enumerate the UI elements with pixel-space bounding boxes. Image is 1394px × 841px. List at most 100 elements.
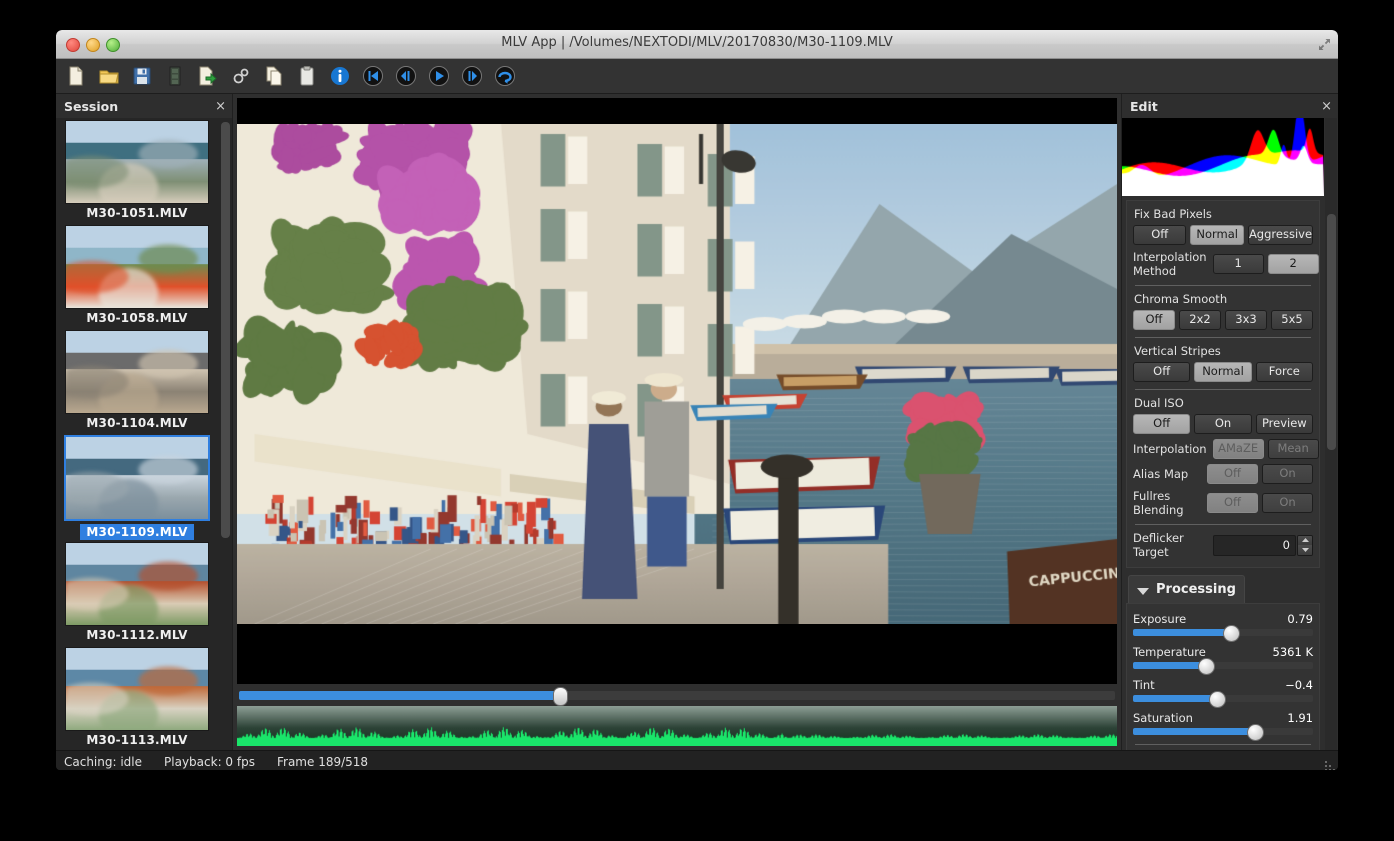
processing-section-header[interactable]: Processing xyxy=(1128,575,1245,603)
slider-saturation: Saturation 1.91 xyxy=(1133,711,1313,735)
chroma-smooth-3x3[interactable]: 3x3 xyxy=(1225,310,1267,330)
divider xyxy=(1135,744,1311,745)
session-clip-item[interactable]: M30-1104.MLV xyxy=(56,330,218,433)
clip-thumbnail[interactable] xyxy=(65,330,209,414)
playback-seek-slider[interactable] xyxy=(239,691,1115,700)
fix-bad-pixels-normal[interactable]: Normal xyxy=(1190,225,1243,245)
open-session-button[interactable] xyxy=(97,64,121,88)
chroma-smooth-5x5[interactable]: 5x5 xyxy=(1271,310,1313,330)
clip-label[interactable]: M30-1051.MLV xyxy=(56,204,218,223)
session-clip-item[interactable]: M30-1051.MLV xyxy=(56,120,218,223)
vertical-stripes-label: Vertical Stripes xyxy=(1134,344,1313,358)
fix-bad-pixels-segmented[interactable]: Off Normal Aggressive xyxy=(1133,225,1313,245)
stepper-up-icon[interactable] xyxy=(1298,536,1312,546)
clip-thumbnail[interactable] xyxy=(65,120,209,204)
vertical-stripes-segmented[interactable]: Off Normal Force xyxy=(1133,362,1313,382)
loop-icon xyxy=(496,67,515,86)
next-frame-button[interactable] xyxy=(460,64,484,88)
title-bar: MLV App | /Volumes/NEXTODI/MLV/20170830/… xyxy=(56,30,1338,59)
export-clip-button[interactable] xyxy=(196,64,220,88)
session-clip-item[interactable]: M30-1109.MLV xyxy=(56,435,218,540)
previous-frame-button[interactable] xyxy=(394,64,418,88)
grip-dot xyxy=(1329,765,1331,767)
close-icon[interactable]: × xyxy=(1321,100,1332,113)
deflicker-target-input[interactable]: 0 xyxy=(1213,535,1296,556)
dual-iso-preview[interactable]: Preview xyxy=(1256,414,1313,434)
resize-grip[interactable] xyxy=(1321,757,1335,770)
slider-handle[interactable] xyxy=(1209,691,1226,708)
session-clip-item[interactable]: M30-1113.MLV xyxy=(56,647,218,750)
chevron-down-icon[interactable] xyxy=(1137,580,1149,599)
seek-handle[interactable] xyxy=(553,687,568,706)
slider-fill xyxy=(1133,662,1205,669)
session-settings-button[interactable] xyxy=(229,64,253,88)
play-pause-button[interactable] xyxy=(427,64,451,88)
clip-label[interactable]: M30-1113.MLV xyxy=(56,731,218,750)
deflicker-target-stepper[interactable] xyxy=(1297,535,1313,556)
stepper-down-icon[interactable] xyxy=(1298,545,1312,555)
slider-handle[interactable] xyxy=(1198,658,1215,675)
dual-iso-off[interactable]: Off xyxy=(1133,414,1190,434)
clip-thumbnail[interactable] xyxy=(64,435,210,521)
fullres-blending-label: Fullres Blending xyxy=(1133,489,1201,517)
edit-scrollbar-thumb[interactable] xyxy=(1327,214,1336,450)
alias-map-segmented: Off On xyxy=(1207,464,1313,484)
fullscreen-icon[interactable] xyxy=(1317,37,1332,52)
clip-label[interactable]: M30-1112.MLV xyxy=(56,626,218,645)
goto-start-button[interactable] xyxy=(361,64,385,88)
main-toolbar xyxy=(56,59,1338,94)
copy-receipt-button[interactable] xyxy=(262,64,286,88)
vertical-stripes-force[interactable]: Force xyxy=(1256,362,1313,382)
clip-label[interactable]: M30-1109.MLV xyxy=(80,524,193,540)
edit-scrollbar[interactable] xyxy=(1325,118,1337,750)
slider-handle[interactable] xyxy=(1223,625,1240,642)
deflicker-target-spinbox[interactable]: 0 xyxy=(1213,535,1313,556)
session-clip-list[interactable]: M30-1051.MLV M30-1058.MLV M30-1104.MLV M30-… xyxy=(56,118,218,750)
rgb-histogram[interactable] xyxy=(1122,118,1324,196)
dual-iso-on[interactable]: On xyxy=(1194,414,1251,434)
clip-thumbnail[interactable] xyxy=(65,647,209,731)
session-scrollbar[interactable] xyxy=(219,118,231,750)
interpolation-method-row: Interpolation Method 1 2 xyxy=(1133,250,1313,278)
session-clip-item[interactable]: M30-1058.MLV xyxy=(56,225,218,328)
close-icon[interactable]: × xyxy=(215,100,226,113)
slider-track[interactable] xyxy=(1133,629,1313,636)
vertical-stripes-normal[interactable]: Normal xyxy=(1194,362,1251,382)
audio-waveform[interactable] xyxy=(237,706,1117,746)
new-session-button[interactable] xyxy=(64,64,88,88)
caching-status: Caching: idle xyxy=(64,755,142,769)
slider-handle[interactable] xyxy=(1247,724,1264,741)
loop-playback-button[interactable] xyxy=(493,64,517,88)
vertical-stripes-off[interactable]: Off xyxy=(1133,362,1190,382)
chroma-smooth-2x2[interactable]: 2x2 xyxy=(1179,310,1221,330)
video-preview[interactable] xyxy=(237,98,1117,684)
chroma-smooth-segmented[interactable]: Off 2x2 3x3 5x5 xyxy=(1133,310,1313,330)
clip-thumbnail-art xyxy=(66,543,208,625)
save-session-button[interactable] xyxy=(130,64,154,88)
clip-thumbnail[interactable] xyxy=(65,225,209,309)
fullres-blending-off: Off xyxy=(1207,493,1258,513)
copy-pages-icon xyxy=(267,67,281,85)
edit-controls: Fix Bad Pixels Off Normal Aggressive Int… xyxy=(1122,118,1324,750)
interpolation-method-segmented[interactable]: 1 2 xyxy=(1213,254,1319,274)
fix-bad-pixels-aggressive[interactable]: Aggressive xyxy=(1248,225,1313,245)
paste-receipt-button[interactable] xyxy=(295,64,319,88)
dual-iso-segmented[interactable]: Off On Preview xyxy=(1133,414,1313,434)
slider-track[interactable] xyxy=(1133,728,1313,735)
import-clip-button[interactable] xyxy=(163,64,187,88)
clip-label[interactable]: M30-1104.MLV xyxy=(56,414,218,433)
edit-scroll-container: Fix Bad Pixels Off Normal Aggressive Int… xyxy=(1122,118,1338,750)
slider-track[interactable] xyxy=(1133,662,1313,669)
interpolation-method-2[interactable]: 2 xyxy=(1268,254,1319,274)
session-scrollbar-thumb[interactable] xyxy=(221,122,230,538)
slider-label: Exposure xyxy=(1133,612,1186,626)
session-clip-item[interactable]: M30-1112.MLV xyxy=(56,542,218,645)
clip-thumbnail[interactable] xyxy=(65,542,209,626)
fix-bad-pixels-off[interactable]: Off xyxy=(1133,225,1186,245)
window-title: MLV App | /Volumes/NEXTODI/MLV/20170830/… xyxy=(56,35,1338,50)
clip-information-button[interactable] xyxy=(328,64,352,88)
clip-label[interactable]: M30-1058.MLV xyxy=(56,309,218,328)
interpolation-method-1[interactable]: 1 xyxy=(1213,254,1264,274)
slider-track[interactable] xyxy=(1133,695,1313,702)
chroma-smooth-off[interactable]: Off xyxy=(1133,310,1175,330)
